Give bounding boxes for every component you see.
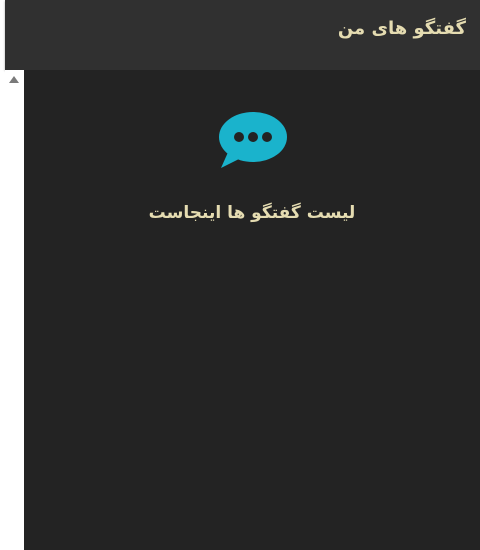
header-bar: گفتگو های من: [5, 0, 480, 70]
scroll-up-arrow-icon[interactable]: [9, 76, 19, 83]
app-window: گفتگو های من لیست گفتگو ها اینجاست: [0, 0, 480, 550]
chat-bubble-icon: [219, 112, 287, 168]
empty-state-message: لیست گفتگو ها اینجاست: [148, 203, 356, 223]
scrollbar[interactable]: [5, 70, 24, 550]
page-title: گفتگو های من: [337, 18, 466, 39]
conversation-list: لیست گفتگو ها اینجاست: [24, 70, 480, 550]
